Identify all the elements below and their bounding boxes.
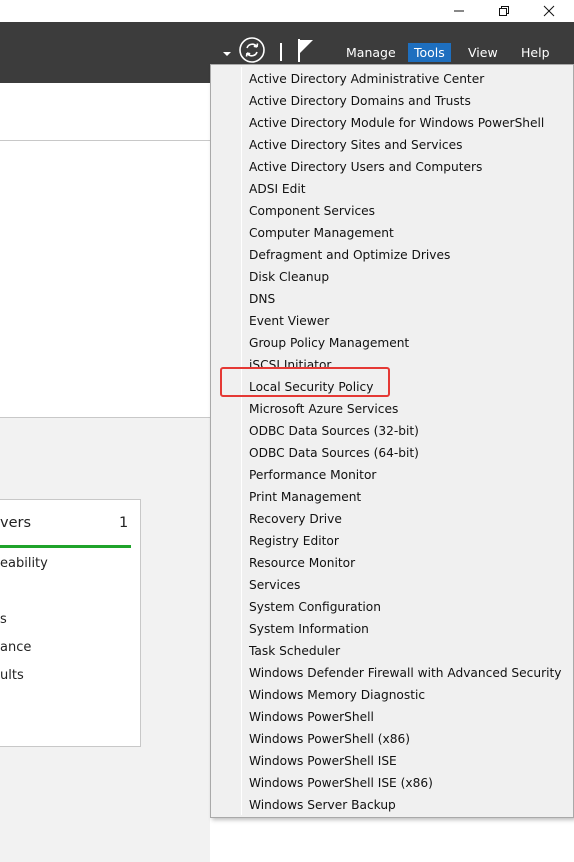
menu-item-windows-defender-firewall-with-advanced-security[interactable]: Windows Defender Firewall with Advanced … — [249, 662, 561, 684]
menu-tools[interactable]: Tools — [408, 43, 451, 62]
menu-item-active-directory-domains-and-trusts[interactable]: Active Directory Domains and Trusts — [249, 90, 471, 112]
tile-row-bpa-results[interactable]: ults — [0, 668, 24, 683]
menu-item-system-configuration[interactable]: System Configuration — [249, 596, 381, 618]
menu-item-adsi-edit[interactable]: ADSI Edit — [249, 178, 306, 200]
menu-item-recovery-drive[interactable]: Recovery Drive — [249, 508, 342, 530]
menu-item-active-directory-users-and-computers[interactable]: Active Directory Users and Computers — [249, 156, 482, 178]
tile-row-manageability[interactable]: eability — [0, 556, 48, 571]
title-bar — [0, 0, 574, 22]
tile-row-performance[interactable]: ance — [0, 640, 31, 655]
restore-icon[interactable] — [481, 0, 527, 22]
menu-item-windows-memory-diagnostic[interactable]: Windows Memory Diagnostic — [249, 684, 425, 706]
minimize-icon[interactable] — [436, 0, 482, 22]
menu-icon-column-separator — [241, 67, 242, 815]
menu-item-active-directory-module-for-windows-powershell[interactable]: Active Directory Module for Windows Powe… — [249, 112, 544, 134]
menu-item-windows-powershell[interactable]: Windows PowerShell — [249, 706, 374, 728]
menu-item-performance-monitor[interactable]: Performance Monitor — [249, 464, 376, 486]
menu-item-odbc-data-sources-32-bit[interactable]: ODBC Data Sources (32-bit) — [249, 420, 419, 442]
tile-count: 1 — [119, 515, 129, 531]
highlight-box — [220, 367, 390, 397]
menu-view[interactable]: View — [462, 43, 504, 62]
server-tile[interactable] — [0, 499, 141, 747]
menu-item-event-viewer[interactable]: Event Viewer — [249, 310, 329, 332]
menu-item-windows-powershell-ise[interactable]: Windows PowerShell ISE — [249, 750, 397, 772]
dropdown-arrow-icon[interactable] — [222, 43, 236, 62]
menu-item-disk-cleanup[interactable]: Disk Cleanup — [249, 266, 329, 288]
menu-manage[interactable]: Manage — [340, 43, 402, 62]
tools-dropdown-menu: Active Directory Administrative Center Ac… — [210, 64, 574, 818]
close-icon[interactable] — [526, 0, 572, 22]
menu-help[interactable]: Help — [515, 43, 556, 62]
menu-item-task-scheduler[interactable]: Task Scheduler — [249, 640, 340, 662]
menu-item-defragment-and-optimize-drives[interactable]: Defragment and Optimize Drives — [249, 244, 450, 266]
tile-title: vers — [0, 515, 32, 531]
menu-item-windows-powershell-ise-x86[interactable]: Windows PowerShell ISE (x86) — [249, 772, 433, 794]
tile-status-bar — [0, 545, 131, 548]
menu-item-dns[interactable]: DNS — [249, 288, 275, 310]
flag-icon[interactable] — [296, 37, 318, 67]
menu-item-system-information[interactable]: System Information — [249, 618, 369, 640]
menu-item-windows-server-backup[interactable]: Windows Server Backup — [249, 794, 396, 816]
menu-item-group-policy-management[interactable]: Group Policy Management — [249, 332, 409, 354]
header-divider — [280, 43, 282, 61]
menu-item-windows-powershell-x86[interactable]: Windows PowerShell (x86) — [249, 728, 410, 750]
menu-item-computer-management[interactable]: Computer Management — [249, 222, 394, 244]
menu-item-registry-editor[interactable]: Registry Editor — [249, 530, 339, 552]
welcome-pane — [0, 141, 210, 418]
menu-item-services[interactable]: Services — [249, 574, 300, 596]
menu-item-print-management[interactable]: Print Management — [249, 486, 361, 508]
menu-item-microsoft-azure-services[interactable]: Microsoft Azure Services — [249, 398, 398, 420]
content-top-bar — [0, 83, 210, 141]
menu-item-component-services[interactable]: Component Services — [249, 200, 375, 222]
menu-item-resource-monitor[interactable]: Resource Monitor — [249, 552, 355, 574]
menu-item-active-directory-administrative-center[interactable]: Active Directory Administrative Center — [249, 68, 484, 90]
tile-row-events[interactable]: s — [0, 612, 7, 627]
menu-item-odbc-data-sources-64-bit[interactable]: ODBC Data Sources (64-bit) — [249, 442, 419, 464]
menu-item-active-directory-sites-and-services[interactable]: Active Directory Sites and Services — [249, 134, 462, 156]
